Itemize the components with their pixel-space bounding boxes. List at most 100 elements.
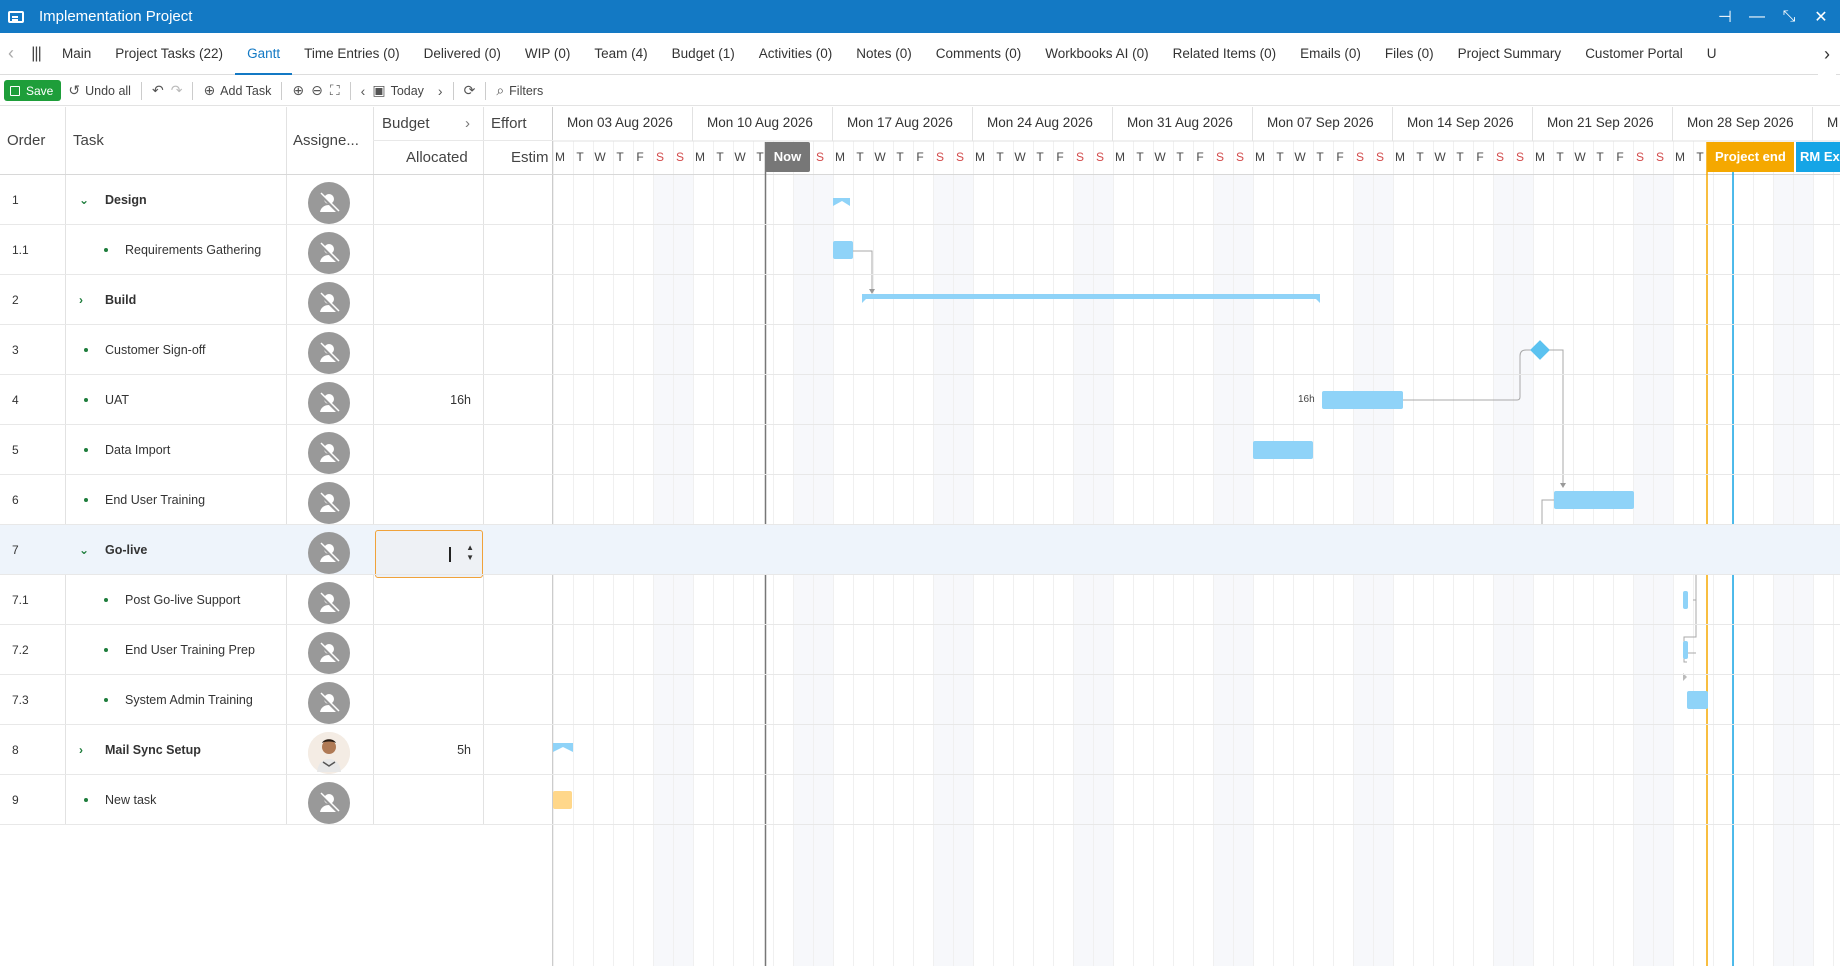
chevron-right-icon[interactable]: › (79, 725, 83, 775)
row-task-name[interactable]: End User Training Prep (125, 625, 255, 675)
row-allocated[interactable]: 16h (324, 375, 471, 425)
add-task-button[interactable]: ⊕ Add Task (196, 76, 278, 106)
zoom-fit-button[interactable]: ⛶ (330, 76, 347, 106)
row-task-name[interactable]: Design (105, 175, 147, 225)
task-row[interactable]: 9 New task (0, 775, 1840, 825)
row-order: 7.2 (12, 643, 29, 657)
tab-main[interactable]: Main (50, 33, 103, 75)
column-header-task[interactable]: Task (73, 132, 104, 149)
row-order: 2 (12, 293, 19, 307)
chevron-down-icon[interactable]: ⌄ (79, 525, 89, 575)
day-label: F (1616, 150, 1624, 164)
task-row[interactable]: 6 End User Training (0, 475, 1840, 525)
tab-related-items[interactable]: Related Items (0) (1161, 33, 1289, 75)
save-button[interactable]: Save (4, 80, 62, 101)
unassigned-avatar-icon[interactable] (308, 432, 350, 474)
zoom-in-button[interactable]: ⊕ (285, 76, 311, 106)
tab-activities[interactable]: Activities (0) (747, 33, 845, 75)
unassigned-avatar-icon[interactable] (308, 282, 350, 324)
today-button[interactable]: ▣ Today (372, 76, 431, 106)
tab-notes[interactable]: Notes (0) (844, 33, 924, 75)
tab-project-summary[interactable]: Project Summary (1446, 33, 1574, 75)
tab-time-entries[interactable]: Time Entries (0) (292, 33, 412, 75)
task-row[interactable]: 1 ⌄ Design (0, 175, 1840, 225)
row-task-name[interactable]: UAT (105, 375, 129, 425)
column-header-allocated[interactable]: Allocated (406, 149, 468, 166)
week-label: Mon 17 Aug 2026 (847, 115, 953, 130)
unassigned-avatar-icon[interactable] (308, 232, 350, 274)
unassigned-avatar-icon[interactable] (308, 682, 350, 724)
tabs-left-arrow-icon[interactable]: ‹ (0, 43, 22, 64)
filters-button[interactable]: ⌕ Filters (489, 76, 550, 106)
column-header-assignee[interactable]: Assigne... (293, 132, 359, 149)
week-label: Mon 03 Aug 2026 (567, 115, 673, 130)
task-row[interactable]: 1.1 Requirements Gathering (0, 225, 1840, 275)
column-header-estimate[interactable]: Estim (511, 149, 549, 166)
day-label: F (1056, 150, 1064, 164)
unassigned-avatar-icon[interactable] (308, 782, 350, 824)
grid-divider (373, 140, 553, 141)
tab-wip[interactable]: WIP (0) (513, 33, 583, 75)
row-task-name[interactable]: End User Training (105, 475, 205, 525)
refresh-button[interactable]: ⟳ (457, 76, 483, 106)
undo-button[interactable]: ↶ (145, 76, 171, 106)
tab-delivered[interactable]: Delivered (0) (412, 33, 513, 75)
tab-budget[interactable]: Budget (1) (660, 33, 747, 75)
redo-button[interactable]: ↷ (171, 76, 190, 106)
row-task-name[interactable]: Requirements Gathering (125, 225, 261, 275)
row-task-name[interactable]: Post Go-live Support (125, 575, 240, 625)
row-task-name[interactable]: Data Import (105, 425, 170, 475)
task-row[interactable]: 4 UAT 16h (0, 375, 1840, 425)
row-allocated[interactable]: 5h (324, 725, 471, 775)
tab-emails[interactable]: Emails (0) (1288, 33, 1373, 75)
unassigned-avatar-icon[interactable] (308, 482, 350, 524)
row-task-name[interactable]: New task (105, 775, 156, 825)
day-label: F (1476, 150, 1484, 164)
allocated-budget-input[interactable]: ▲ ▼ (375, 530, 483, 578)
column-header-order[interactable]: Order (7, 132, 45, 149)
unassigned-avatar-icon[interactable] (308, 632, 350, 674)
row-task-name[interactable]: System Admin Training (125, 675, 253, 725)
row-task-name[interactable]: Build (105, 275, 136, 325)
task-row[interactable]: 7.3 System Admin Training (0, 675, 1840, 725)
close-icon[interactable]: ✕ (1812, 7, 1830, 27)
minimize-icon[interactable]: — (1748, 8, 1766, 26)
tab-gantt[interactable]: Gantt (235, 33, 293, 75)
unassigned-avatar-icon[interactable] (308, 532, 350, 574)
unassigned-avatar-icon[interactable] (308, 582, 350, 624)
restore-icon[interactable]: ⤡ (1780, 8, 1798, 26)
tab-u[interactable]: U (1695, 33, 1729, 75)
tab-comments[interactable]: Comments (0) (924, 33, 1034, 75)
tabs-right-arrow-icon[interactable]: › (1818, 33, 1836, 75)
task-row[interactable]: 5 Data Import (0, 425, 1840, 475)
chevron-right-icon[interactable]: › (79, 275, 83, 325)
tab-workbooks-ai[interactable]: Workbooks AI (0) (1033, 33, 1160, 75)
unassigned-avatar-icon[interactable] (308, 332, 350, 374)
undo-all-button[interactable]: ↺ Undo all (61, 76, 138, 106)
row-task-name[interactable]: Go-live (105, 525, 147, 575)
zoom-out-button[interactable]: ⊖ (311, 76, 330, 106)
task-row[interactable]: 7.2 End User Training Prep (0, 625, 1840, 675)
task-row[interactable]: 3 Customer Sign-off (0, 325, 1840, 375)
tab-customer-portal[interactable]: Customer Portal (1573, 33, 1695, 75)
day-label: S (815, 150, 824, 164)
task-row[interactable]: 8 › Mail Sync Setup 5h (0, 725, 1840, 775)
previous-period-button[interactable]: ‹ (354, 76, 373, 106)
number-spinner-icon[interactable]: ▲ ▼ (466, 543, 474, 563)
task-row[interactable]: 7.1 Post Go-live Support (0, 575, 1840, 625)
column-header-budget[interactable]: Budget (382, 115, 430, 132)
tab-team[interactable]: Team (4) (582, 33, 659, 75)
budget-expand-chevron-icon[interactable]: › (465, 115, 470, 132)
column-header-effort[interactable]: Effort (491, 115, 527, 132)
tab-project-tasks[interactable]: Project Tasks (22) (103, 33, 235, 75)
row-task-name[interactable]: Customer Sign-off (105, 325, 206, 375)
row-task-name[interactable]: Mail Sync Setup (105, 725, 201, 775)
chevron-down-icon[interactable]: ⌄ (79, 175, 89, 225)
task-row[interactable]: 7 ⌄ Go-live ▲ ▼ (0, 525, 1840, 578)
pin-icon[interactable]: ⊣ (1716, 7, 1734, 27)
unassigned-avatar-icon[interactable] (308, 182, 350, 224)
task-row[interactable]: 2 › Build (0, 275, 1840, 325)
next-period-button[interactable]: › (431, 76, 450, 106)
tab-files[interactable]: Files (0) (1373, 33, 1446, 75)
tabs-menu-icon[interactable]: ||| (22, 45, 50, 63)
